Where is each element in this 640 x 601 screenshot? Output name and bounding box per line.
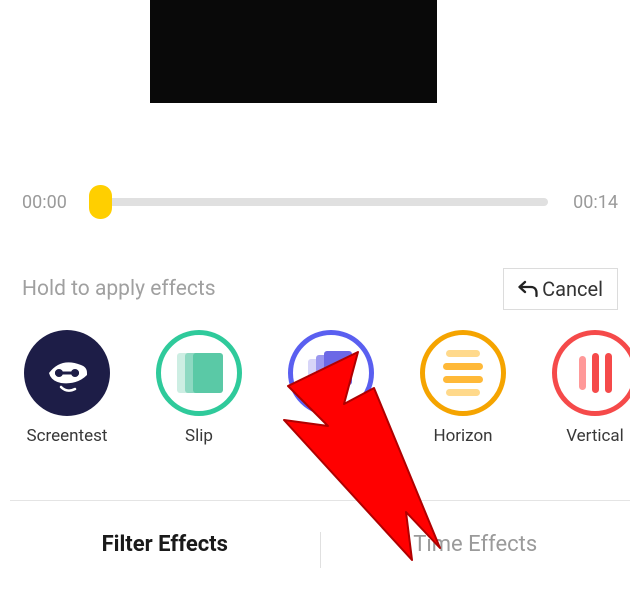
instruction-text: Hold to apply effects	[22, 277, 216, 301]
effect-layered[interactable]	[286, 330, 376, 446]
effect-label: Slip	[185, 426, 213, 446]
video-preview[interactable]	[150, 0, 437, 103]
effect-horizon[interactable]: Horizon	[418, 330, 508, 446]
effects-row: Screentest Slip Horizon Vertical	[22, 330, 630, 446]
tab-filter-effects[interactable]: Filter Effects	[10, 520, 320, 580]
layered-icon	[288, 330, 374, 416]
effect-slip[interactable]: Slip	[154, 330, 244, 446]
effect-label: Horizon	[433, 426, 492, 446]
vertical-icon	[552, 330, 630, 416]
effect-screentest[interactable]: Screentest	[22, 330, 112, 446]
effect-vertical[interactable]: Vertical	[550, 330, 630, 446]
divider	[10, 500, 630, 501]
screentest-icon	[24, 330, 110, 416]
horizon-icon	[420, 330, 506, 416]
undo-icon	[518, 280, 538, 298]
cancel-label: Cancel	[542, 277, 603, 301]
time-end-label: 00:14	[556, 192, 618, 213]
effect-label: Vertical	[566, 426, 624, 446]
slip-icon	[156, 330, 242, 416]
time-start-label: 00:00	[22, 192, 84, 213]
tab-time-effects[interactable]: Time Effects	[321, 520, 631, 580]
timeline: 00:00 00:14	[22, 180, 618, 224]
timeline-track[interactable]	[92, 198, 548, 206]
cancel-button[interactable]: Cancel	[503, 268, 618, 310]
scrubber-handle[interactable]	[89, 185, 112, 219]
effects-tabs: Filter Effects Time Effects	[10, 520, 630, 580]
effect-label: Screentest	[27, 426, 108, 446]
